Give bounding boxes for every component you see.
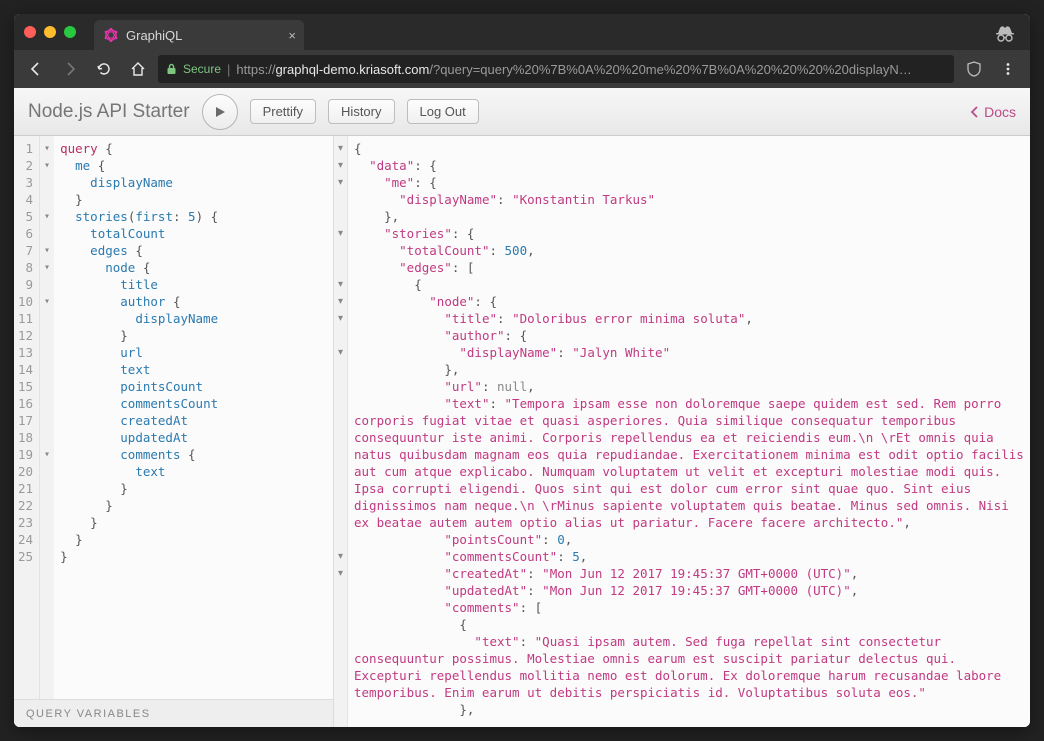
docs-label: Docs — [984, 104, 1016, 120]
tab-title: GraphiQL — [126, 28, 182, 43]
chevron-left-icon — [970, 106, 980, 118]
close-window-button[interactable] — [24, 26, 36, 38]
home-button[interactable] — [124, 55, 152, 83]
execute-button[interactable] — [202, 94, 238, 130]
reload-button[interactable] — [90, 55, 118, 83]
separator: | — [227, 62, 230, 77]
browser-tab-strip: GraphiQL × — [14, 14, 1030, 50]
fold-gutter[interactable]: ▾▾ ▾ ▾▾ ▾ ▾ — [40, 136, 54, 699]
browser-window: GraphiQL × — [14, 14, 1030, 727]
shield-extension-icon[interactable] — [960, 55, 988, 83]
result-json[interactable]: { "data": { "me": { "displayName": "Kons… — [348, 136, 1030, 727]
minimize-window-button[interactable] — [44, 26, 56, 38]
graphiql-toolbar: Node.js API Starter Prettify History Log… — [14, 88, 1030, 136]
address-bar[interactable]: Secure | https://graphql-demo.kriasoft.c… — [158, 55, 954, 83]
graphiql-app: Node.js API Starter Prettify History Log… — [14, 88, 1030, 727]
docs-button[interactable]: Docs — [970, 104, 1016, 120]
forward-button[interactable] — [56, 55, 84, 83]
menu-button[interactable] — [994, 55, 1022, 83]
query-editor[interactable]: 1 2 3 4 5 6 7 8 9 10 11 12 13 14 15 16 1… — [14, 136, 333, 699]
result-pane: ▾▾▾ ▾ ▾▾▾ ▾ ▾▾ { "data": { "me": { "disp… — [334, 136, 1030, 727]
url-text: https://graphql-demo.kriasoft.com/?query… — [236, 62, 911, 77]
graphql-favicon-icon — [104, 28, 118, 42]
window-controls — [24, 26, 94, 50]
app-title: Node.js API Starter — [28, 101, 190, 123]
incognito-icon — [994, 26, 1016, 42]
line-number-gutter: 1 2 3 4 5 6 7 8 9 10 11 12 13 14 15 16 1… — [14, 136, 40, 699]
result-fold-gutter[interactable]: ▾▾▾ ▾ ▾▾▾ ▾ ▾▾ — [334, 136, 348, 727]
query-code[interactable]: query { me { displayName } stories(first… — [54, 136, 224, 699]
graphiql-body: 1 2 3 4 5 6 7 8 9 10 11 12 13 14 15 16 1… — [14, 136, 1030, 727]
logout-button[interactable]: Log Out — [407, 99, 479, 124]
close-tab-button[interactable]: × — [288, 28, 296, 43]
prettify-button[interactable]: Prettify — [250, 99, 316, 124]
back-button[interactable] — [22, 55, 50, 83]
history-button[interactable]: History — [328, 99, 394, 124]
query-variables-header[interactable]: Query Variables — [14, 699, 333, 727]
browser-toolbar: Secure | https://graphql-demo.kriasoft.c… — [14, 50, 1030, 88]
browser-tab[interactable]: GraphiQL × — [94, 20, 304, 50]
query-editor-pane: 1 2 3 4 5 6 7 8 9 10 11 12 13 14 15 16 1… — [14, 136, 334, 727]
maximize-window-button[interactable] — [64, 26, 76, 38]
secure-label: Secure — [183, 62, 221, 76]
lock-icon — [166, 63, 177, 75]
